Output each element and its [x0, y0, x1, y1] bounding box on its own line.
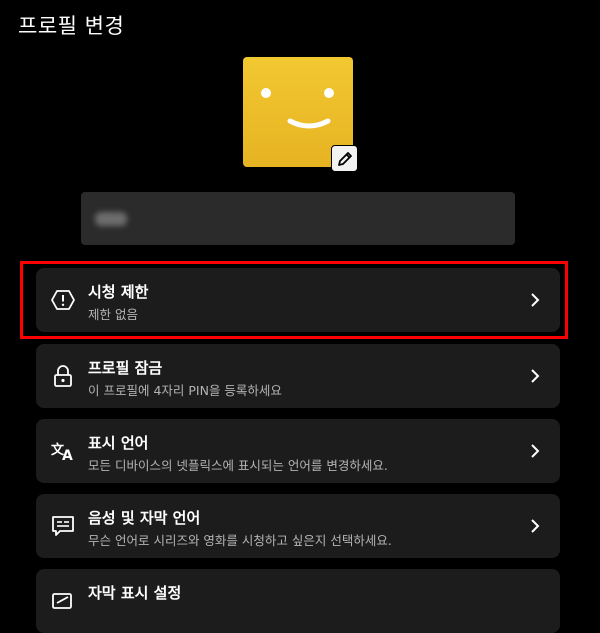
edit-avatar-button[interactable]	[331, 145, 358, 172]
chevron-right-icon	[528, 366, 542, 386]
menu-item-description: 이 프로필에 4자리 PIN을 등록하세요	[88, 383, 282, 398]
shield-alert-icon	[50, 288, 76, 312]
profile-name-value-blurred	[95, 211, 127, 226]
menu-item-title: 시청 제한	[88, 283, 149, 301]
translate-icon: 文 A	[50, 439, 76, 463]
menu-item-subtitle-appearance[interactable]: 자막 표시 설정	[36, 569, 560, 633]
page-title: 프로필 변경	[18, 14, 125, 38]
menu-item-profile-lock[interactable]: 프로필 잠금 이 프로필에 4자리 PIN을 등록하세요	[36, 344, 560, 408]
menu-item-audio-subtitle-language[interactable]: 음성 및 자막 언어 무슨 언어로 시리즈와 영화를 시청하고 싶은지 선택하세…	[36, 494, 560, 558]
menu-item-title: 프로필 잠금	[88, 359, 163, 377]
menu-item-description: 제한 없음	[88, 307, 138, 322]
menu-item-description: 모든 디바이스의 넷플릭스에 표시되는 언어를 변경하세요.	[88, 458, 388, 473]
menu-item-maturity-rating[interactable]: 시청 제한 제한 없음	[36, 268, 560, 332]
menu-item-description: 무슨 언어로 시리즈와 영화를 시청하고 싶은지 선택하세요.	[88, 533, 392, 548]
lock-icon	[50, 364, 76, 388]
chevron-right-icon	[528, 516, 542, 536]
subtitles-icon	[50, 514, 76, 538]
caption-edit-icon	[50, 589, 76, 613]
profile-avatar-container[interactable]	[243, 57, 358, 172]
menu-item-display-language[interactable]: 文 A 표시 언어 모든 디바이스의 넷플릭스에 표시되는 언어를 변경하세요.	[36, 419, 560, 483]
menu-item-title: 표시 언어	[88, 434, 149, 452]
chevron-right-icon	[528, 441, 542, 461]
chevron-right-icon	[528, 290, 542, 310]
profile-name-input[interactable]	[81, 192, 515, 245]
pencil-icon	[337, 151, 352, 166]
svg-text:A: A	[62, 448, 73, 462]
menu-item-title: 음성 및 자막 언어	[88, 509, 201, 527]
